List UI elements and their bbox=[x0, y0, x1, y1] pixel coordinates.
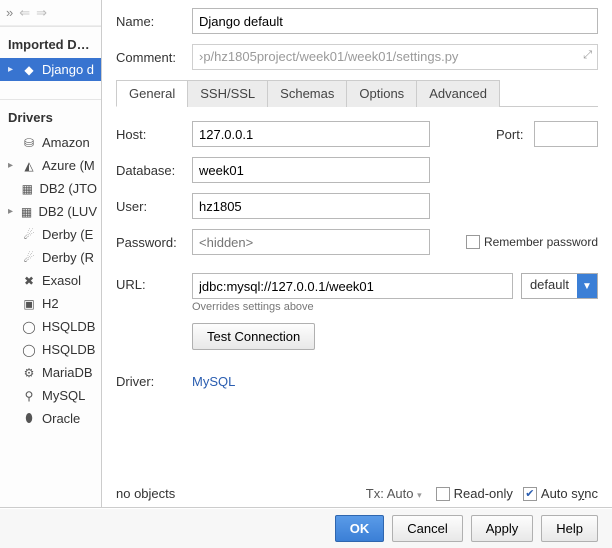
imported-item-django[interactable]: ▸ ◆ Django d bbox=[0, 58, 101, 81]
db-icon: ⛁ bbox=[22, 136, 36, 150]
remember-password-checkbox[interactable]: Remember password bbox=[466, 235, 598, 249]
dialog-footer: OK Cancel Apply Help bbox=[0, 508, 612, 548]
db-icon: ◭ bbox=[22, 159, 36, 173]
driver-label: Driver: bbox=[116, 374, 192, 389]
user-input[interactable] bbox=[192, 193, 430, 219]
db-icon: ⚙ bbox=[22, 366, 36, 380]
chevron-right-icon: ▸ bbox=[8, 206, 15, 217]
db-icon: ▦ bbox=[21, 205, 33, 219]
host-label: Host: bbox=[116, 127, 192, 142]
driver-item[interactable]: ▣H2 bbox=[0, 292, 101, 315]
driver-item[interactable]: ▦DB2 (JTO bbox=[0, 177, 101, 200]
db-icon: ◯ bbox=[22, 343, 36, 357]
apply-button[interactable]: Apply bbox=[471, 515, 534, 542]
comment-input[interactable]: ›p/hz1805project/week01/week01/settings.… bbox=[192, 44, 598, 70]
url-hint: Overrides settings above bbox=[192, 301, 598, 313]
chevron-down-icon: ▾ bbox=[417, 490, 422, 500]
driver-item[interactable]: ◯HSQLDB bbox=[0, 315, 101, 338]
password-label: Password: bbox=[116, 235, 192, 250]
url-label: URL: bbox=[116, 273, 192, 292]
url-input[interactable] bbox=[192, 273, 513, 299]
driver-item[interactable]: ▸▦DB2 (LUV bbox=[0, 200, 101, 223]
tab-sshssl[interactable]: SSH/SSL bbox=[187, 80, 268, 107]
name-label: Name: bbox=[116, 14, 192, 29]
test-connection-button[interactable]: Test Connection bbox=[192, 323, 315, 350]
db-icon: ▣ bbox=[22, 297, 36, 311]
chevron-down-icon: ▼ bbox=[577, 274, 597, 298]
database-input[interactable] bbox=[192, 157, 430, 183]
name-input[interactable] bbox=[192, 8, 598, 34]
comment-label: Comment: bbox=[116, 50, 192, 65]
db-icon: ◯ bbox=[22, 320, 36, 334]
tab-options[interactable]: Options bbox=[346, 80, 417, 107]
datasource-icon: ◆ bbox=[22, 63, 36, 77]
right-panel: Name: Comment: ›p/hz1805project/week01/w… bbox=[102, 0, 612, 507]
no-objects-label: no objects bbox=[116, 486, 175, 501]
arrow-right-icon[interactable]: ⇒ bbox=[36, 5, 47, 21]
db-icon: ⚲ bbox=[22, 389, 36, 403]
imported-header: Imported D… bbox=[0, 26, 101, 58]
driver-item[interactable]: ⬮Oracle bbox=[0, 407, 101, 430]
drivers-header: Drivers bbox=[0, 99, 101, 131]
host-input[interactable] bbox=[192, 121, 430, 147]
driver-item[interactable]: ☄Derby (E bbox=[0, 223, 101, 246]
driver-item[interactable]: ⛁Amazon bbox=[0, 131, 101, 154]
db-icon: ☄ bbox=[22, 251, 36, 265]
driver-item[interactable]: ⚙MariaDB bbox=[0, 361, 101, 384]
left-panel: » ⇐ ⇒ Imported D… ▸ ◆ Django d Drivers ⛁… bbox=[0, 0, 102, 507]
tab-schemas[interactable]: Schemas bbox=[267, 80, 347, 107]
imported-item-label: Django d bbox=[42, 62, 94, 77]
driver-link[interactable]: MySQL bbox=[192, 374, 235, 389]
tab-advanced[interactable]: Advanced bbox=[416, 80, 500, 107]
checkbox-icon: ✔ bbox=[523, 487, 537, 501]
left-toolbar: » ⇐ ⇒ bbox=[0, 0, 101, 26]
chevron-right-icon: ▸ bbox=[8, 160, 16, 171]
driver-item[interactable]: ▸◭Azure (M bbox=[0, 154, 101, 177]
database-label: Database: bbox=[116, 163, 192, 178]
db-icon: ☄ bbox=[22, 228, 36, 242]
checkbox-icon bbox=[436, 487, 450, 501]
db-icon: ⬮ bbox=[22, 411, 36, 426]
checkbox-icon bbox=[466, 235, 480, 249]
help-button[interactable]: Help bbox=[541, 515, 598, 542]
driver-item[interactable]: ☄Derby (R bbox=[0, 246, 101, 269]
arrow-left-icon[interactable]: ⇐ bbox=[19, 5, 30, 21]
tab-general[interactable]: General bbox=[116, 80, 188, 107]
autosync-checkbox[interactable]: ✔ Auto sync bbox=[523, 486, 598, 501]
cancel-button[interactable]: Cancel bbox=[392, 515, 462, 542]
db-icon: ▦ bbox=[21, 182, 33, 196]
chevron-right-icon: ▸ bbox=[8, 64, 16, 75]
chevron-right-icon[interactable]: » bbox=[6, 5, 13, 20]
tx-selector[interactable]: Tx: Auto ▾ bbox=[366, 486, 422, 501]
password-input[interactable] bbox=[192, 229, 430, 255]
db-icon: ✖ bbox=[22, 274, 36, 288]
readonly-checkbox[interactable]: Read-only bbox=[436, 486, 513, 501]
url-mode-select[interactable]: default ▼ bbox=[521, 273, 598, 299]
driver-item[interactable]: ⚲MySQL bbox=[0, 384, 101, 407]
driver-item[interactable]: ✖Exasol bbox=[0, 269, 101, 292]
port-input[interactable] bbox=[534, 121, 598, 147]
driver-item[interactable]: ◯HSQLDB bbox=[0, 338, 101, 361]
ok-button[interactable]: OK bbox=[335, 515, 385, 542]
user-label: User: bbox=[116, 199, 192, 214]
autosync-label: Auto sync bbox=[541, 486, 598, 501]
expand-icon[interactable]: ⤢ bbox=[583, 49, 592, 62]
port-label: Port: bbox=[496, 127, 534, 142]
tab-bar: General SSH/SSL Schemas Options Advanced bbox=[116, 80, 598, 107]
